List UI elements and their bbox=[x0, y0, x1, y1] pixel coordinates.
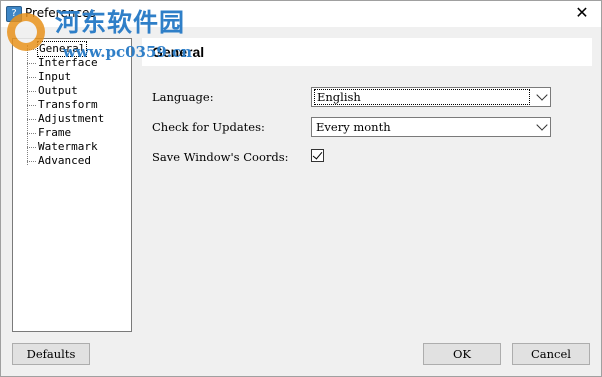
panel-title: General bbox=[152, 44, 205, 60]
tree-item-label: Adjustment bbox=[38, 112, 105, 125]
tree-branch bbox=[27, 133, 36, 134]
tree-branch bbox=[27, 77, 36, 78]
tree-item-label: Transform bbox=[38, 98, 98, 111]
title-bar: ? Preferences ✕ bbox=[1, 1, 601, 27]
close-icon: ✕ bbox=[575, 3, 589, 22]
save-coords-checkbox[interactable] bbox=[311, 149, 324, 162]
tree-item-label: Interface bbox=[38, 56, 98, 69]
panel-header: General bbox=[142, 38, 592, 66]
tree-branch bbox=[27, 105, 36, 106]
language-select[interactable]: English bbox=[311, 87, 551, 107]
tree-branch bbox=[27, 63, 36, 64]
tree-branch bbox=[27, 49, 36, 50]
ok-button[interactable]: OK bbox=[423, 343, 501, 365]
tree-branch bbox=[27, 161, 36, 162]
tree-branch bbox=[27, 91, 36, 92]
updates-select[interactable]: Every month bbox=[311, 117, 551, 137]
chevron-down-icon bbox=[536, 89, 548, 101]
defaults-button[interactable]: Defaults bbox=[12, 343, 90, 365]
tree-branch bbox=[27, 147, 36, 148]
preferences-window: ? Preferences ✕ 河东软件园 www.pc0359.cn Gene… bbox=[0, 0, 602, 377]
close-button[interactable]: ✕ bbox=[571, 3, 593, 23]
tree-branch bbox=[27, 119, 36, 120]
tree-item-label: Watermark bbox=[38, 140, 98, 153]
checkmark-icon bbox=[312, 149, 323, 160]
save-coords-label: Save Window's Coords: bbox=[152, 150, 289, 164]
window-title: Preferences bbox=[25, 6, 96, 20]
tree-item-label: Input bbox=[38, 70, 72, 83]
cancel-button[interactable]: Cancel bbox=[512, 343, 590, 365]
tree-item-label: Frame bbox=[38, 126, 72, 139]
tree-item-label: Advanced bbox=[38, 154, 91, 167]
chevron-down-icon bbox=[536, 119, 548, 131]
language-value: English bbox=[314, 89, 530, 105]
language-label: Language: bbox=[152, 90, 214, 104]
updates-label: Check for Updates: bbox=[152, 120, 265, 134]
tree-item-label: Output bbox=[38, 84, 78, 97]
app-icon: ? bbox=[6, 6, 22, 22]
category-tree[interactable]: General Interface Input Output Transform… bbox=[12, 38, 132, 332]
tree-item-label: General bbox=[37, 41, 88, 57]
updates-value: Every month bbox=[316, 120, 391, 134]
